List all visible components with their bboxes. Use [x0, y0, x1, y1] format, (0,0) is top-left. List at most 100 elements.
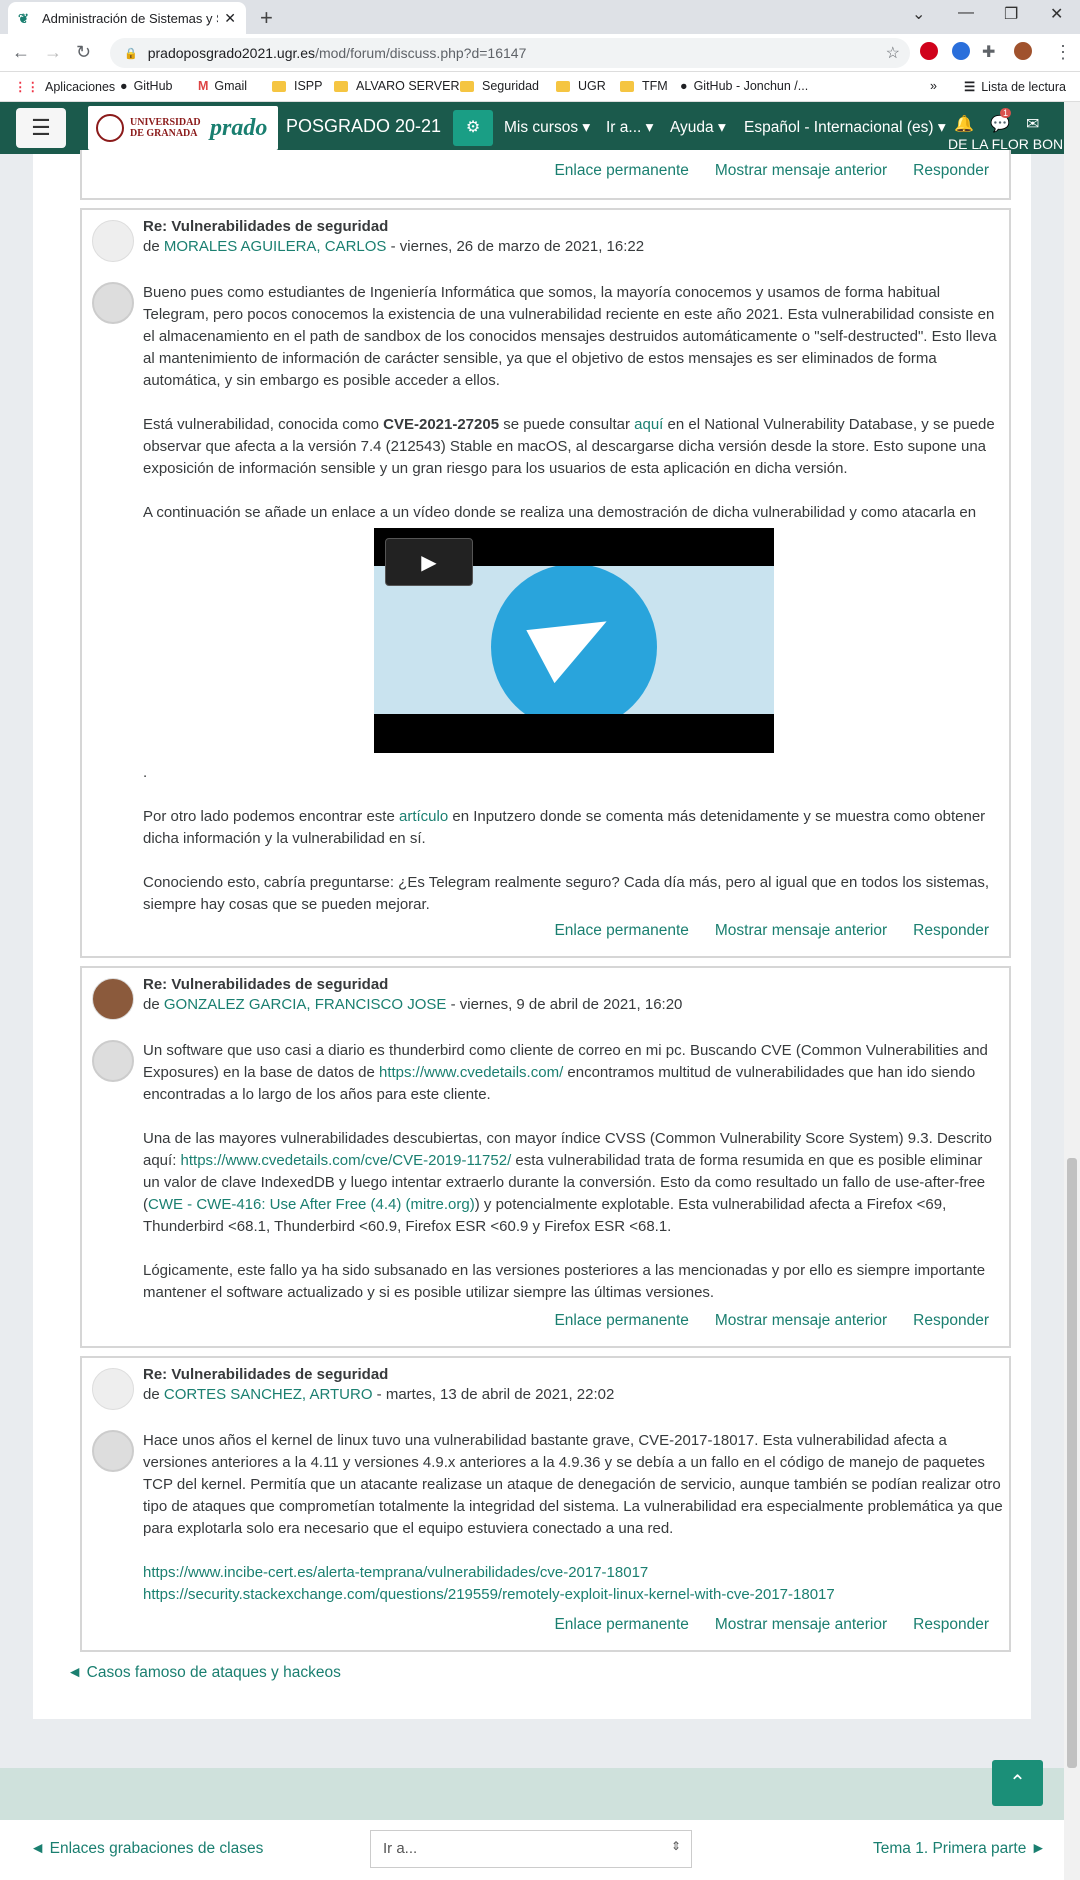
prado-logo-text: prado	[210, 114, 268, 141]
url-path: /mod/forum/discuss.php?d=16147	[315, 45, 527, 61]
permalink-link[interactable]: Enlace permanente	[554, 1616, 688, 1633]
folder-icon	[460, 80, 474, 92]
opera-extension-icon[interactable]	[920, 42, 938, 60]
bookmark-ugr[interactable]: UGR	[556, 79, 606, 93]
post-paragraph: Lógicamente, este fallo ya ha sido subsa…	[143, 1262, 986, 1301]
notifications-bell-icon[interactable]: 🔔	[954, 114, 974, 134]
video-thumbnail	[374, 566, 774, 714]
new-tab-icon[interactable]: +	[260, 5, 273, 31]
minimize-icon[interactable]: —	[958, 4, 974, 22]
mail-icon[interactable]: ✉	[1026, 114, 1039, 134]
profile-avatar[interactable]	[1014, 42, 1032, 60]
reload-icon[interactable]: ↻	[76, 42, 91, 63]
github-icon: ●	[120, 79, 128, 93]
post-commands: Enlace permanente Mostrar mensaje anterio…	[528, 922, 989, 940]
forward-icon[interactable]: →	[44, 42, 62, 63]
post-paragraph: Una de las mayores vulnerabilidades desc…	[143, 1130, 992, 1235]
bookmarks-overflow-icon[interactable]: »	[930, 79, 937, 93]
restore-icon[interactable]: ❐	[1004, 4, 1018, 24]
paper-plane-icon	[526, 594, 621, 684]
reply-link[interactable]: Responder	[913, 1616, 989, 1633]
folder-icon	[334, 80, 348, 92]
ugr-logo[interactable]: UNIVERSIDAD DE GRANADA prado	[88, 106, 278, 150]
author-link[interactable]: CORTES SANCHEZ, ARTURO	[164, 1386, 373, 1403]
post-paragraph: Hace unos años el kernel de linux tuvo u…	[143, 1432, 1003, 1537]
cvedetails-link[interactable]: https://www.cvedetails.com/	[379, 1064, 563, 1081]
browser-tab[interactable]: ❦ Administración de Sistemas y Se... ✕	[8, 2, 246, 34]
menu-language[interactable]: Español - Internacional (es) ▾	[744, 118, 946, 137]
permalink-link[interactable]: Enlace permanente	[554, 162, 688, 179]
apps-grid-icon: ⋮⋮	[14, 80, 39, 94]
bookmark-ispp[interactable]: ISPP	[272, 79, 323, 93]
show-parent-link[interactable]: Mostrar mensaje anterior	[715, 922, 887, 939]
author-link[interactable]: GONZALEZ GARCIA, FRANCISCO JOSE	[164, 996, 447, 1013]
articulo-link[interactable]: artículo	[399, 808, 448, 825]
post-body: Hace unos años el kernel de linux tuvo u…	[143, 1430, 1003, 1606]
next-activity-link[interactable]: Tema 1. Primera parte ►	[873, 1840, 1046, 1858]
url-host: pradoposgrado2021.ugr.es	[147, 45, 316, 61]
cve-2019-11752-link[interactable]: https://www.cvedetails.com/cve/CVE-2019-…	[181, 1152, 512, 1169]
bookmark-seguridad[interactable]: Seguridad	[460, 79, 539, 93]
scrollbar-thumb[interactable]	[1067, 1158, 1077, 1768]
site-navbar: ☰ UNIVERSIDAD DE GRANADA prado POSGRADO …	[0, 102, 1064, 154]
cwe-416-link[interactable]: CWE - CWE-416: Use After Free (4.4) (mit…	[148, 1196, 475, 1213]
menu-mis-cursos[interactable]: Mis cursos ▾	[504, 118, 590, 137]
bookmark-alvaro-server[interactable]: ALVARO SERVER	[334, 79, 460, 93]
author-link[interactable]: MORALES AGUILERA, CARLOS	[164, 238, 387, 255]
extension-icon[interactable]	[952, 42, 970, 60]
site-name[interactable]: POSGRADO 20-21	[286, 116, 441, 137]
incibe-link[interactable]: https://www.incibe-cert.es/alerta-tempra…	[143, 1564, 648, 1581]
aqui-link[interactable]: aquí	[634, 416, 663, 433]
close-tab-icon[interactable]: ✕	[224, 10, 236, 27]
reading-list-icon: ☰	[964, 80, 976, 94]
chrome-menu-icon[interactable]: ⋮	[1054, 42, 1072, 63]
back-icon[interactable]: ←	[12, 42, 30, 63]
gmail-icon: M	[198, 79, 209, 93]
previous-activity-link[interactable]: ◄ Enlaces grabaciones de clases	[30, 1840, 263, 1858]
jump-to-select[interactable]: Ir a... ⇕	[370, 1830, 692, 1868]
show-parent-link[interactable]: Mostrar mensaje anterior	[715, 1616, 887, 1633]
bookmark-tfm[interactable]: TFM	[620, 79, 668, 93]
prado-favicon-icon: ❦	[18, 11, 29, 26]
permalink-link[interactable]: Enlace permanente	[554, 1312, 688, 1329]
bookmark-star-icon[interactable]: ☆	[886, 43, 900, 63]
reading-list[interactable]: ☰ Lista de lectura	[964, 79, 1066, 95]
url-field[interactable]: 🔒 pradoposgrado2021.ugr.es/mod/forum/dis…	[110, 38, 910, 68]
tab-search-icon[interactable]: ⌄	[912, 4, 925, 24]
post-subject: Re: Vulnerabilidades de seguridad	[143, 1366, 389, 1383]
folder-icon	[272, 80, 286, 92]
previous-discussion-link[interactable]: ◄ Casos famoso de ataques y hackeos	[67, 1664, 341, 1682]
post-byline: de MORALES AGUILERA, CARLOS - viernes, 2…	[143, 238, 645, 255]
forum-post: Re: Vulnerabilidades de seguridad de GON…	[80, 966, 1011, 1348]
back-to-top-button[interactable]: ⌃	[992, 1760, 1043, 1806]
show-parent-link[interactable]: Mostrar mensaje anterior	[715, 162, 887, 179]
play-button[interactable]: ▶	[385, 538, 473, 586]
bookmark-github-jonchun[interactable]: ● GitHub - Jonchun /...	[680, 79, 808, 93]
reply-link[interactable]: Responder	[913, 1312, 989, 1329]
bookmark-apps[interactable]: ⋮⋮ Aplicaciones	[14, 79, 115, 95]
settings-cog-button[interactable]: ⚙	[453, 110, 493, 146]
close-window-icon[interactable]: ✕	[1050, 4, 1063, 24]
drawer-toggle-button[interactable]: ☰	[16, 108, 66, 148]
bookmark-gmail[interactable]: M Gmail	[198, 79, 247, 93]
video-embed[interactable]: ▶	[374, 528, 774, 753]
post-body: Un software que uso casi a diario es thu…	[143, 1040, 1003, 1304]
post-paragraph: Bueno pues como estudiantes de Ingenierí…	[143, 284, 997, 389]
bookmark-github[interactable]: ● GitHub	[120, 79, 172, 93]
extensions-puzzle-icon[interactable]: ✚	[982, 42, 995, 62]
menu-ayuda[interactable]: Ayuda ▾	[670, 118, 726, 137]
group-icon	[92, 282, 134, 324]
reply-link[interactable]: Responder	[913, 162, 989, 179]
reply-link[interactable]: Responder	[913, 922, 989, 939]
permalink-link[interactable]: Enlace permanente	[554, 922, 688, 939]
stackexchange-link[interactable]: https://security.stackexchange.com/quest…	[143, 1586, 835, 1603]
post-body: Bueno pues como estudiantes de Ingenierí…	[143, 282, 1003, 524]
show-parent-link[interactable]: Mostrar mensaje anterior	[715, 1312, 887, 1329]
cve-id: CVE-2021-27205	[383, 416, 500, 433]
post-paragraph: .	[143, 764, 148, 781]
github-icon: ●	[680, 79, 688, 93]
menu-ir-a[interactable]: Ir a... ▾	[606, 118, 653, 137]
post-paragraph: Está vulnerabilidad, conocida como CVE-2…	[143, 416, 995, 477]
post-subject: Re: Vulnerabilidades de seguridad	[143, 976, 389, 993]
logo-text: UNIVERSIDAD DE GRANADA	[130, 117, 201, 139]
